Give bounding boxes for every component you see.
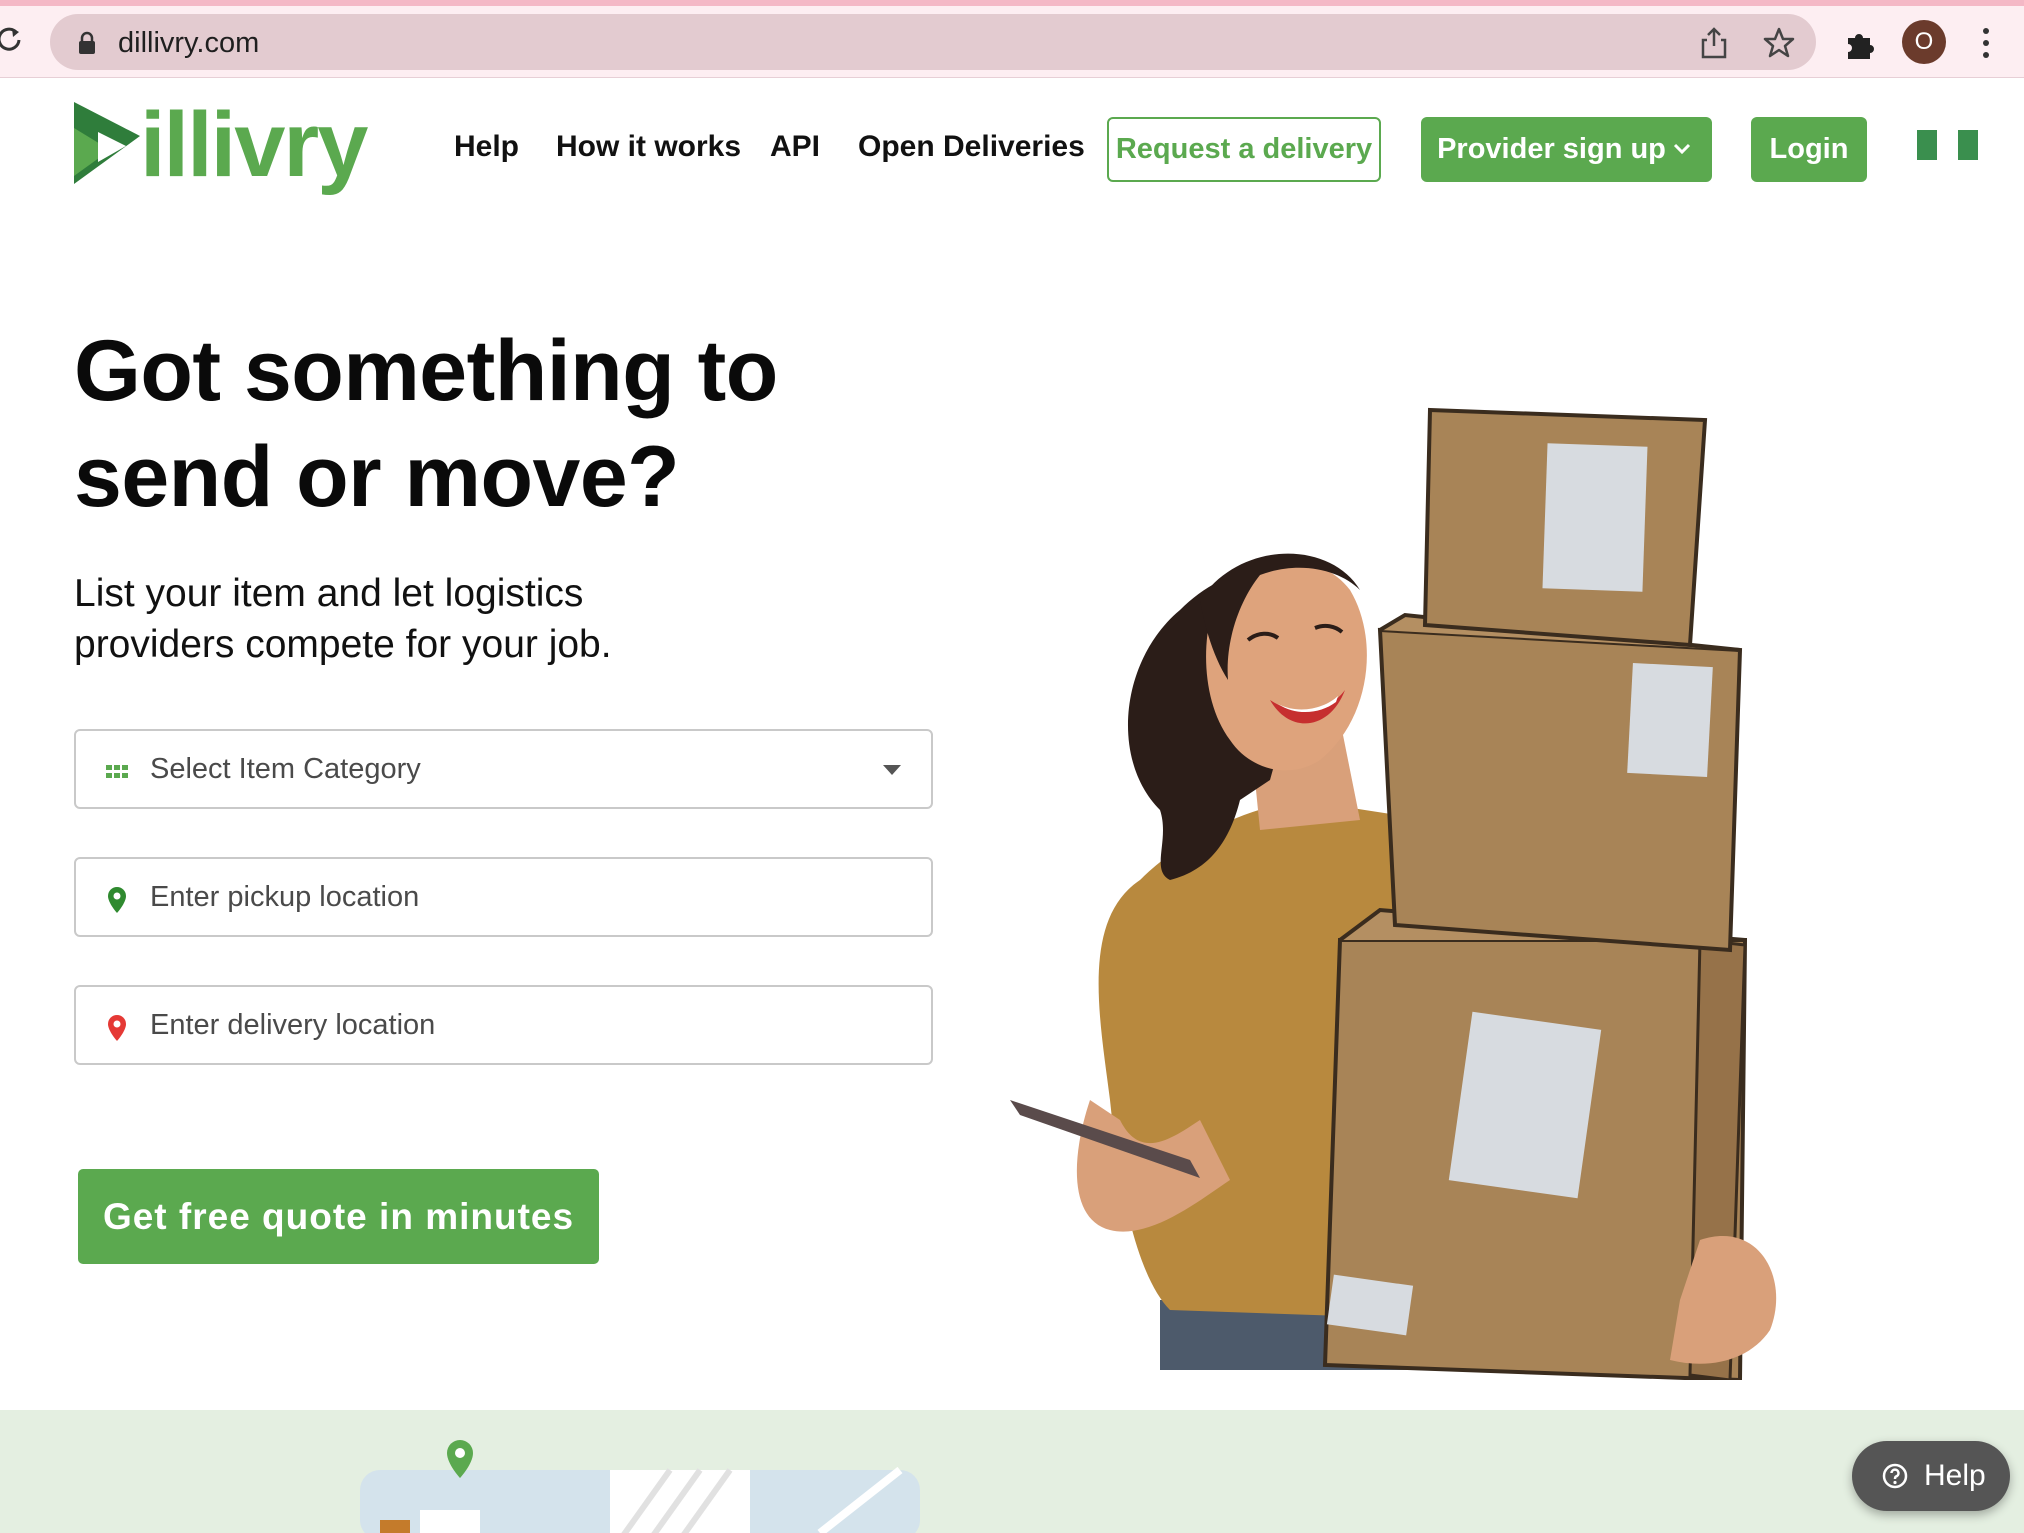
map-illustration (360, 1440, 920, 1533)
language-flag-right[interactable] (1958, 130, 1978, 160)
share-icon[interactable] (1698, 26, 1730, 60)
browser-toolbar: dillivry.com O (0, 6, 2024, 78)
how-it-works-band (0, 1410, 2024, 1533)
reload-icon[interactable] (0, 24, 24, 54)
hero-subtitle-line2: providers compete for your job. (74, 623, 612, 666)
chevron-down-icon (1673, 143, 1691, 155)
hero-title-line2: send or move? (74, 429, 680, 525)
address-bar[interactable]: dillivry.com (50, 14, 1816, 70)
red-pin-icon (108, 1015, 126, 1041)
pickup-placeholder: Enter pickup location (150, 881, 420, 913)
delivery-location-field[interactable]: Enter delivery location (74, 985, 933, 1065)
get-quote-button[interactable]: Get free quote in minutes (78, 1169, 599, 1264)
delivery-placeholder: Enter delivery location (150, 1009, 436, 1041)
provider-signup-label: Provider sign up (1437, 133, 1666, 165)
lock-icon (79, 31, 95, 54)
kebab-menu-icon[interactable] (1978, 26, 1994, 60)
profile-avatar[interactable]: O (1902, 20, 1946, 64)
category-placeholder: Select Item Category (150, 753, 421, 785)
help-label: Help (1924, 1459, 1986, 1492)
item-category-select[interactable]: Select Item Category (74, 729, 933, 809)
nav-help[interactable]: Help (454, 130, 519, 164)
puzzle-icon[interactable] (1842, 28, 1876, 62)
provider-signup-button[interactable]: Provider sign up (1421, 117, 1712, 182)
hero-subtitle: List your item and let logistics provide… (74, 568, 694, 670)
caret-down-icon (883, 765, 901, 775)
question-circle-icon (1882, 1463, 1908, 1489)
star-icon[interactable] (1762, 26, 1796, 60)
nav-open-deliveries[interactable]: Open Deliveries (858, 130, 1085, 164)
green-pin-icon (108, 887, 126, 913)
help-chat-button[interactable]: Help (1852, 1441, 2010, 1511)
svg-text:illivry: illivry (140, 96, 368, 196)
pickup-location-field[interactable]: Enter pickup location (74, 857, 933, 937)
url-text: dillivry.com (118, 27, 260, 59)
nav-how-it-works[interactable]: How it works (556, 130, 741, 164)
hero-title-line1: Got something to (74, 323, 778, 419)
hero-subtitle-line1: List your item and let logistics (74, 572, 584, 615)
dillivry-logo[interactable]: illivry (70, 96, 390, 196)
language-flag-left[interactable] (1917, 130, 1937, 160)
nav-api[interactable]: API (770, 130, 820, 164)
request-delivery-button[interactable]: Request a delivery (1107, 117, 1381, 182)
hero-title: Got something to send or move? (74, 318, 894, 530)
login-button[interactable]: Login (1751, 117, 1867, 182)
grid-icon (106, 765, 128, 778)
woman-with-boxes-illustration (1010, 407, 1777, 1380)
